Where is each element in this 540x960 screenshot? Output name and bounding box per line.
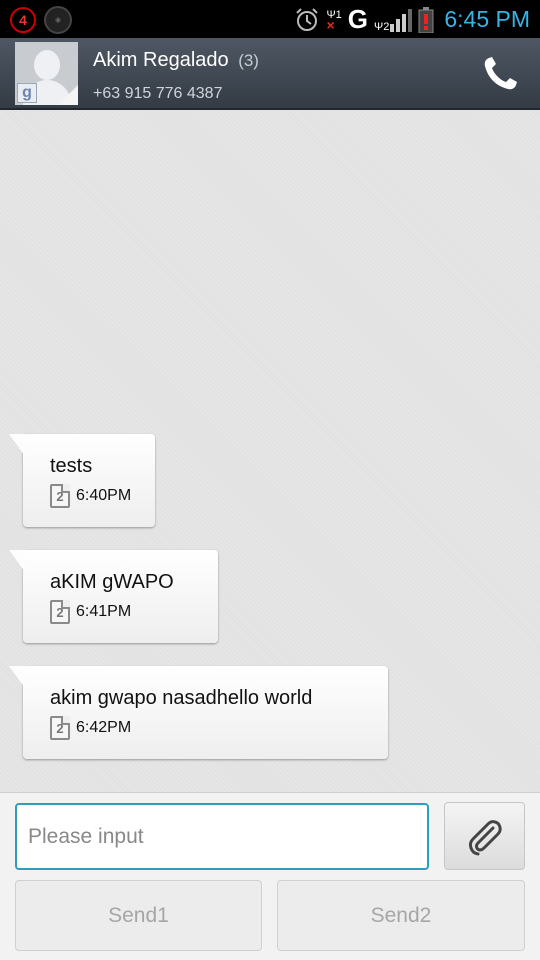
sim-card-icon: 2 [50,484,70,508]
composer: Send1 Send2 [0,792,540,960]
message-list[interactable]: tests 2 6:40PM aKIM gWAPO 2 6:41PM akim … [0,112,540,792]
message-time: 6:40PM [76,487,132,504]
message-input[interactable] [15,803,429,870]
message-text: tests [50,455,93,477]
network-type-icon: G [347,4,369,34]
battery-low-icon [418,6,434,33]
paperclip-icon [468,820,502,856]
phone-icon [484,57,517,90]
status-time: 6:45 PM [444,6,530,32]
message-time: 6:42PM [76,719,132,736]
alarm-icon [296,7,319,31]
message-bubble[interactable]: akim gwapo nasadhello world 2 6:42PM [9,666,388,759]
sim2-signal-icon: Ψ2 [374,8,413,33]
send2-button[interactable]: Send2 [277,880,525,951]
sim1-label: 1 [335,8,342,21]
send1-button[interactable]: Send1 [15,880,262,951]
google-contact-icon: g [17,83,37,103]
message-bubble[interactable]: tests 2 6:40PM [9,434,155,527]
call-button[interactable] [480,54,520,94]
status-notifications: 4 ◉ [10,6,72,34]
message-bubble[interactable]: aKIM gWAPO 2 6:41PM [9,550,218,643]
contact-name: Akim Regalado (3) [93,49,259,72]
conversation-header: g Akim Regalado (3) +63 915 776 4387 [0,38,540,110]
contact-avatar[interactable]: g [15,42,78,105]
app-notification-icon: ◉ [44,6,72,34]
contact-phone-number: +63 915 776 4387 [93,85,223,102]
contact-name-text: Akim Regalado [93,49,229,71]
sim1-no-signal-icon: Ψ1 × [326,8,342,33]
message-meta: 2 6:40PM [50,484,131,508]
sim2-label: 2 [383,20,390,33]
message-text: aKIM gWAPO [50,571,174,593]
status-bar: 4 ◉ Ψ1 × G Ψ2 6:45 PM [0,0,540,38]
attach-button[interactable] [444,802,525,870]
sim-card-icon: 2 [50,600,70,624]
message-text: akim gwapo nasadhello world [50,687,313,709]
notification-count-icon: 4 [10,7,36,33]
message-count: (3) [238,51,259,70]
sim-card-icon: 2 [50,716,70,740]
status-indicators: Ψ1 × G Ψ2 6:45 PM [294,4,530,35]
message-meta: 2 6:42PM [50,716,131,740]
message-time: 6:41PM [76,603,132,620]
message-meta: 2 6:41PM [50,600,131,624]
